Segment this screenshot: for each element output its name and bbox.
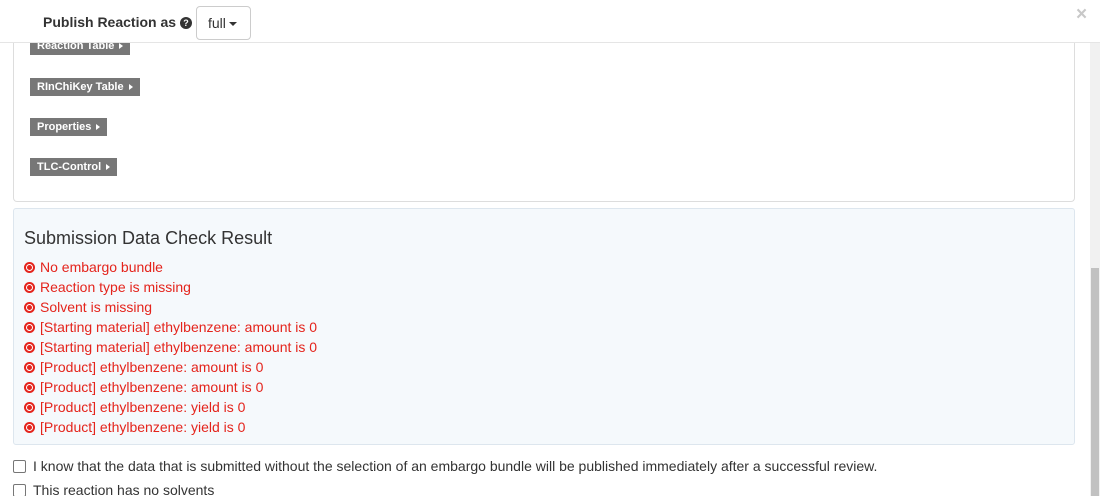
section-toggle-reaction-table[interactable]: Reaction Table <box>30 43 131 55</box>
times-circle-icon <box>24 282 35 293</box>
modal-scrollbar[interactable] <box>1090 43 1100 496</box>
check-error-item: [Product] ethylbenzene: yield is 0 <box>24 417 317 437</box>
caret-right-icon <box>119 43 124 49</box>
times-circle-icon <box>24 402 35 413</box>
section-toggle-properties[interactable]: Properties <box>30 118 108 136</box>
check-error-item: [Starting material] ethylbenzene: amount… <box>24 337 317 357</box>
caret-down-icon <box>228 22 237 27</box>
no-solvents-row: This reaction has no solvents <box>13 481 214 496</box>
section-toggle-rinchikey-table[interactable]: RInChiKey Table <box>30 78 140 96</box>
times-circle-icon <box>24 342 35 353</box>
times-circle-icon <box>24 422 35 433</box>
check-error-text: [Product] ethylbenzene: yield is 0 <box>40 419 246 435</box>
check-error-item: [Product] ethylbenzene: amount is 0 <box>24 377 317 397</box>
check-error-text: Solvent is missing <box>40 299 153 315</box>
check-error-item: [Starting material] ethylbenzene: amount… <box>24 317 317 337</box>
embargo-ack-row: I know that the data that is submitted w… <box>13 457 877 475</box>
check-error-item: No embargo bundle <box>24 257 317 277</box>
check-error-text: Reaction type is missing <box>40 279 191 295</box>
check-error-text: No embargo bundle <box>40 259 163 275</box>
check-error-item: [Product] ethylbenzene: yield is 0 <box>24 397 317 417</box>
times-circle-icon <box>24 362 35 373</box>
check-result-title: Submission Data Check Result <box>24 228 273 248</box>
modal-header: Publish Reaction as? full × <box>0 0 1100 43</box>
times-circle-icon <box>24 302 35 313</box>
sections-panel: Reaction Table RInChiKey Table Propertie… <box>13 43 1075 202</box>
times-circle-icon <box>24 382 35 393</box>
section-label: Reaction Table <box>37 43 115 52</box>
section-label: RInChiKey Table <box>37 81 124 93</box>
times-circle-icon <box>24 262 35 273</box>
publish-as-label: Publish Reaction as? <box>43 14 193 31</box>
check-error-item: [Product] ethylbenzene: amount is 0 <box>24 357 317 377</box>
scrollbar-thumb[interactable] <box>1091 268 1099 496</box>
check-result-list: No embargo bundle Reaction type is missi… <box>24 257 317 437</box>
times-circle-icon <box>24 322 35 333</box>
check-error-text: [Starting material] ethylbenzene: amount… <box>40 339 318 355</box>
section-label: TLC-Control <box>37 161 102 173</box>
check-error-item: Solvent is missing <box>24 297 317 317</box>
caret-right-icon <box>96 124 101 130</box>
publish-mode-dropdown[interactable]: full <box>196 6 251 40</box>
caret-right-icon <box>106 164 111 170</box>
check-error-item: Reaction type is missing <box>24 277 317 297</box>
embargo-ack-checkbox[interactable] <box>13 460 26 473</box>
caret-right-icon <box>128 84 133 90</box>
section-label: Properties <box>37 121 92 133</box>
no-solvents-checkbox[interactable] <box>13 484 26 496</box>
section-toggle-tlc-control[interactable]: TLC-Control <box>30 158 118 176</box>
check-error-text: [Product] ethylbenzene: yield is 0 <box>40 399 246 415</box>
publish-modal: Publish Reaction as? full × Reaction Tab… <box>0 0 1100 496</box>
modal-body: Reaction Table RInChiKey Table Propertie… <box>0 43 1090 496</box>
publish-mode-value: full <box>208 15 226 31</box>
check-error-text: [Starting material] ethylbenzene: amount… <box>40 319 318 335</box>
question-circle-icon[interactable]: ? <box>180 17 193 29</box>
check-error-text: [Product] ethylbenzene: amount is 0 <box>40 379 264 395</box>
submission-check-panel: Submission Data Check Result No embargo … <box>13 208 1075 445</box>
check-error-text: [Product] ethylbenzene: amount is 0 <box>40 359 264 375</box>
close-icon[interactable]: × <box>1076 4 1087 26</box>
embargo-ack-label: I know that the data that is submitted w… <box>33 458 878 474</box>
publish-as-text: Publish Reaction as <box>43 14 177 30</box>
no-solvents-label: This reaction has no solvents <box>33 482 215 496</box>
